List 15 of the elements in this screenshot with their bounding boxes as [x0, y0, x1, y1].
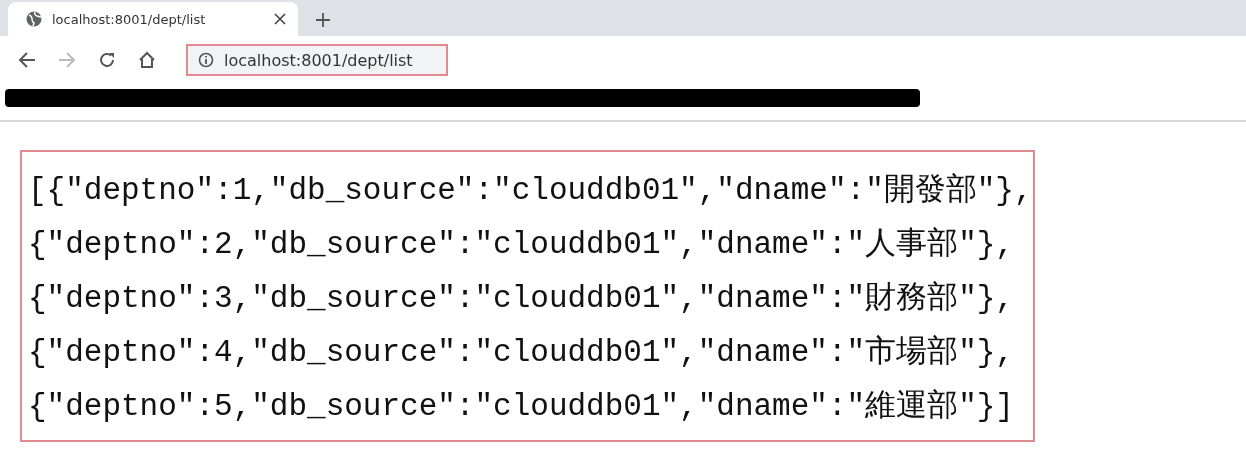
tab-title: localhost:8001/dept/list — [52, 11, 207, 27]
browser-tab[interactable]: localhost:8001/dept/list — [8, 2, 298, 36]
new-tab-icon[interactable] — [316, 13, 330, 27]
address-bar[interactable]: localhost:8001/dept/list — [186, 44, 448, 76]
info-icon — [198, 52, 214, 68]
reload-icon[interactable] — [98, 51, 116, 69]
back-icon[interactable] — [18, 51, 36, 69]
json-line: [{"deptno":1,"db_source":"clouddb01","dname":"開發部"}, — [28, 172, 1033, 210]
home-icon[interactable] — [138, 51, 156, 69]
json-line: {"deptno":2,"db_source":"clouddb01","dname":"人事部"}, — [28, 226, 1015, 264]
close-icon[interactable] — [274, 13, 286, 25]
globe-icon — [26, 11, 42, 27]
json-line: {"deptno":3,"db_source":"clouddb01","dname":"財務部"}, — [28, 280, 1015, 318]
json-line: {"deptno":4,"db_source":"clouddb01","dname":"市場部"}, — [28, 334, 1015, 372]
json-line: {"deptno":5,"db_source":"clouddb01","dname":"維運部"}] — [28, 388, 1015, 426]
